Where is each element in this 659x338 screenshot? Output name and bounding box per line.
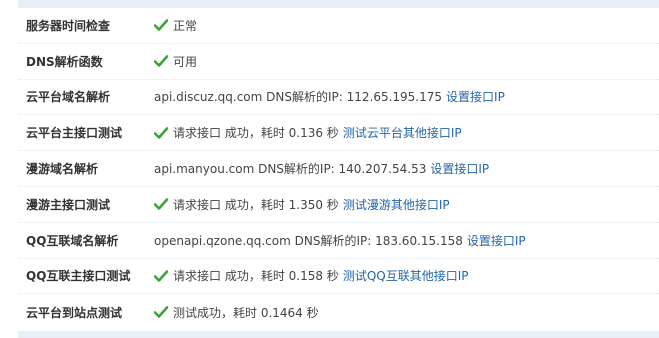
- table-row-manyou-interface: 漫游主接口测试 请求接口 成功，耗时 1.350 秒 测试漫游其他接口IP: [18, 187, 659, 223]
- row-value: 正常: [154, 17, 197, 34]
- dns-result-text: api.discuz.qq.com DNS解析的IP: 112.65.195.1…: [154, 90, 443, 105]
- diagnostics-panel: 服务器时间检查 正常 DNS解析函数 可用 云平台域名解析 api.discuz…: [0, 0, 659, 338]
- row-value: 可用: [154, 53, 197, 70]
- diagnostics-table: 服务器时间检查 正常 DNS解析函数 可用 云平台域名解析 api.discuz…: [18, 8, 659, 330]
- bottom-divider: [18, 331, 659, 338]
- table-row-manyou-dns: 漫游域名解析 api.manyou.com DNS解析的IP: 140.207.…: [18, 151, 659, 187]
- check-icon: [154, 306, 168, 319]
- table-row-qq-connect-dns: QQ互联域名解析 openapi.qzone.qq.com DNS解析的IP: …: [18, 223, 659, 259]
- row-label: 云平台到站点测试: [26, 305, 123, 320]
- dns-result-text: api.manyou.com DNS解析的IP: 140.207.54.53: [154, 162, 427, 177]
- status-text: 请求接口 成功，耗时 0.158 秒: [173, 269, 339, 284]
- test-cloud-other-ip-link[interactable]: 测试云平台其他接口IP: [343, 124, 462, 141]
- row-value: 请求接口 成功，耗时 0.158 秒 测试QQ互联其他接口IP: [154, 267, 468, 284]
- table-row-dns-function: DNS解析函数 可用: [18, 44, 659, 80]
- table-row-server-time: 服务器时间检查 正常: [18, 8, 659, 44]
- set-interface-ip-link[interactable]: 设置接口IP: [467, 232, 526, 249]
- dns-result-text: openapi.qzone.qq.com DNS解析的IP: 183.60.15…: [154, 233, 463, 248]
- status-text: 可用: [173, 54, 198, 69]
- row-label: QQ互联主接口测试: [26, 269, 131, 284]
- row-value: api.discuz.qq.com DNS解析的IP: 112.65.195.1…: [154, 88, 505, 105]
- row-label: 漫游域名解析: [26, 162, 99, 177]
- status-text: 请求接口 成功，耗时 1.350 秒: [173, 197, 339, 212]
- check-icon: [154, 198, 168, 211]
- status-text: 正常: [173, 18, 198, 33]
- test-qq-connect-other-ip-link[interactable]: 测试QQ互联其他接口IP: [343, 267, 469, 284]
- set-interface-ip-link[interactable]: 设置接口IP: [446, 88, 505, 105]
- check-icon: [154, 270, 168, 282]
- row-value: openapi.qzone.qq.com DNS解析的IP: 183.60.15…: [154, 232, 526, 249]
- check-icon: [154, 19, 168, 32]
- check-icon: [154, 55, 168, 67]
- status-text: 测试成功，耗时 0.1464 秒: [173, 305, 319, 320]
- check-icon: [154, 126, 168, 139]
- top-divider: [18, 0, 659, 8]
- test-manyou-other-ip-link[interactable]: 测试漫游其他接口IP: [343, 196, 450, 213]
- table-row-qq-connect-interface: QQ互联主接口测试 请求接口 成功，耗时 0.158 秒 测试QQ互联其他接口I…: [18, 259, 659, 295]
- status-text: 请求接口 成功，耗时 0.136 秒: [173, 126, 339, 141]
- table-row-cloud-interface: 云平台主接口测试 请求接口 成功，耗时 0.136 秒 测试云平台其他接口IP: [18, 115, 659, 152]
- table-row-cloud-dns: 云平台域名解析 api.discuz.qq.com DNS解析的IP: 112.…: [18, 80, 659, 116]
- row-label: 服务器时间检查: [26, 18, 111, 33]
- row-label: 云平台主接口测试: [26, 126, 123, 141]
- row-value: 测试成功，耗时 0.1464 秒: [154, 304, 319, 321]
- row-value: api.manyou.com DNS解析的IP: 140.207.54.53 设…: [154, 160, 489, 177]
- row-label: 云平台域名解析: [26, 90, 111, 105]
- row-label: QQ互联域名解析: [26, 233, 119, 248]
- table-row-cloud-to-site: 云平台到站点测试 测试成功，耗时 0.1464 秒: [18, 294, 659, 330]
- row-label: DNS解析函数: [26, 54, 103, 69]
- set-interface-ip-link[interactable]: 设置接口IP: [430, 160, 489, 177]
- row-value: 请求接口 成功，耗时 0.136 秒 测试云平台其他接口IP: [154, 124, 462, 141]
- row-value: 请求接口 成功，耗时 1.350 秒 测试漫游其他接口IP: [154, 196, 450, 213]
- row-label: 漫游主接口测试: [26, 197, 111, 212]
